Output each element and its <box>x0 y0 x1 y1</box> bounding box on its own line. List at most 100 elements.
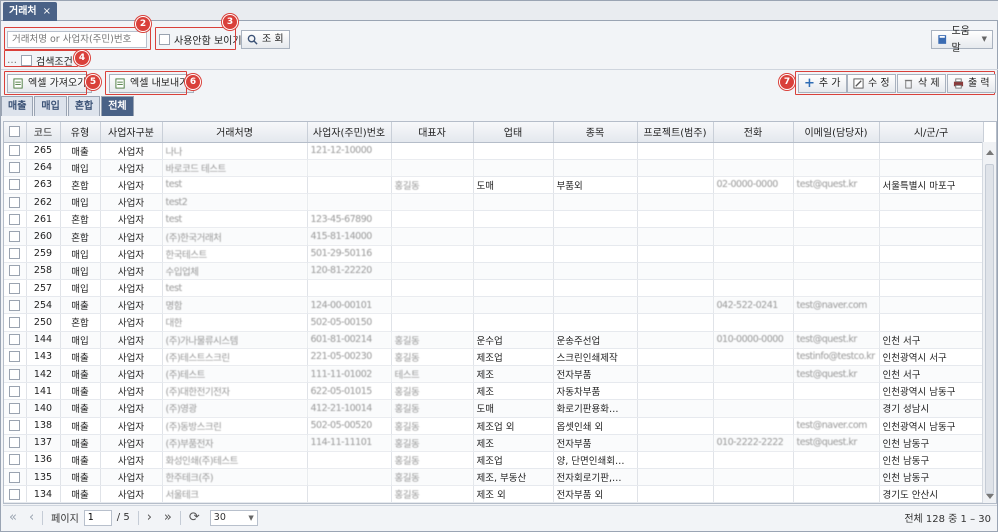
table-row[interactable]: 136 매출 사업자 화성인쇄(주)테스트 홍길동 제조업 양, 단면인쇄회… 인천 남동구 <box>4 451 984 470</box>
refresh-icon[interactable]: ⟳ <box>189 510 200 525</box>
first-page-icon[interactable]: « <box>9 510 17 525</box>
table-row[interactable]: 263 혼합 사업자 test 홍길동 도매 부품외 02-0000-0000 test@que… <box>4 176 984 195</box>
row-checkbox[interactable] <box>9 179 21 191</box>
row-select-cell[interactable] <box>4 245 27 263</box>
subtab-purchase[interactable]: 매입 <box>34 96 67 116</box>
row-checkbox[interactable] <box>9 196 21 208</box>
row-checkbox[interactable] <box>9 248 21 260</box>
row-select-cell[interactable] <box>4 210 27 229</box>
row-select-cell[interactable] <box>4 193 27 212</box>
table-row[interactable]: 257 매입 사업자 test <box>4 279 984 298</box>
row-checkbox[interactable] <box>9 385 21 397</box>
table-row[interactable]: 250 혼합 사업자 대한 502-05-00150 <box>4 313 984 332</box>
row-checkbox[interactable] <box>9 145 21 157</box>
scroll-down-icon[interactable] <box>986 494 994 499</box>
row-checkbox[interactable] <box>9 213 21 225</box>
table-row[interactable]: 265 매출 사업자 나나 121-12-10000 <box>4 142 984 160</box>
table-row[interactable]: 259 매입 사업자 한국테스트 501-29-50116 <box>4 245 984 263</box>
tab-clients[interactable]: 거래처 × <box>3 2 57 21</box>
row-checkbox[interactable] <box>9 402 21 414</box>
prev-page-icon[interactable]: ‹ <box>29 510 34 525</box>
header-select-all[interactable] <box>4 122 27 143</box>
row-checkbox[interactable] <box>9 351 21 363</box>
header-type[interactable]: 유형 <box>60 122 101 143</box>
table-row[interactable]: 143 매출 사업자 (주)테스트스크린 221-05-00230 홍길동 제조업 스크린인쇄… <box>4 348 984 366</box>
row-checkbox[interactable] <box>9 299 21 311</box>
table-row[interactable]: 134 매출 사업자 서울테크 홍길동 제조 외 전자부품 외 경기도 안산시 <box>4 485 984 503</box>
header-code[interactable]: 코드 <box>26 122 61 143</box>
last-page-icon[interactable]: » <box>164 510 172 525</box>
table-row[interactable]: 262 매입 사업자 test2 <box>4 193 984 212</box>
row-checkbox[interactable] <box>9 437 21 449</box>
row-checkbox[interactable] <box>9 488 21 500</box>
subtab-mixed[interactable]: 혼합 <box>67 96 101 116</box>
row-select-cell[interactable] <box>4 262 27 281</box>
row-select-cell[interactable] <box>4 365 27 384</box>
row-checkbox[interactable] <box>9 471 21 483</box>
header-biz-number[interactable]: 사업자(주민)번호 <box>307 122 392 143</box>
header-biz-kind[interactable]: 사업자구분 <box>100 122 163 143</box>
row-select-cell[interactable] <box>4 176 27 195</box>
table-row[interactable]: 258 매입 사업자 수입업체 120-81-22220 <box>4 262 984 281</box>
page-size-select[interactable]: 30 ▼ <box>209 509 258 526</box>
header-biz-type[interactable]: 업태 <box>473 122 554 143</box>
row-select-cell[interactable] <box>4 348 27 366</box>
table-row[interactable]: 135 매출 사업자 한주테크(주) 홍길동 제조, 부동산 전자회로기판,… 인천 남동구 <box>4 468 984 487</box>
row-select-cell[interactable] <box>4 434 27 452</box>
row-select-cell[interactable] <box>4 417 27 435</box>
row-select-cell[interactable] <box>4 313 27 332</box>
row-select-cell[interactable] <box>4 279 27 298</box>
table-row[interactable]: 254 매출 사업자 명함 124-00-00101 042-522-0241 test@n… <box>4 296 984 315</box>
header-phone[interactable]: 전화 <box>713 122 794 143</box>
table-row[interactable]: 261 혼합 사업자 test 123-45-67890 <box>4 210 984 229</box>
table-row[interactable]: 137 매출 사업자 (주)부품전자 114-11-11101 홍길동 제조 전자부품 010-… <box>4 434 984 452</box>
row-checkbox[interactable] <box>9 231 21 243</box>
edit-button[interactable]: 수 정 <box>847 74 896 93</box>
table-row[interactable]: 264 매입 사업자 바로코드 테스트 <box>4 159 984 177</box>
help-button[interactable]: 도움말 ▼ <box>931 26 993 54</box>
row-select-cell[interactable] <box>4 142 27 160</box>
row-select-cell[interactable] <box>4 451 27 470</box>
search-button[interactable]: 조 회 <box>241 30 290 49</box>
close-icon[interactable]: × <box>43 3 51 21</box>
subtab-sales[interactable]: 매출 <box>1 96 34 116</box>
table-row[interactable]: 142 매출 사업자 (주)테스트 111-11-01002 테스트 제조 전자부품 test@… <box>4 365 984 384</box>
header-email[interactable]: 이메일(담당자) <box>793 122 880 143</box>
row-select-cell[interactable] <box>4 382 27 401</box>
row-checkbox[interactable] <box>9 282 21 294</box>
table-row[interactable]: 141 매출 사업자 (주)대한전기전자 622-05-01015 홍길동 제조 자동차부품 인… <box>4 382 984 401</box>
next-page-icon[interactable]: › <box>147 510 152 525</box>
table-row[interactable]: 260 혼합 사업자 (주)한국거래처 415-81-14000 <box>4 227 984 246</box>
page-input[interactable] <box>83 509 112 526</box>
row-select-cell[interactable] <box>4 468 27 487</box>
header-city[interactable]: 시/군/구 <box>879 122 984 143</box>
vertical-scrollbar[interactable] <box>982 142 996 503</box>
row-select-cell[interactable] <box>4 399 27 418</box>
row-checkbox[interactable] <box>9 368 21 380</box>
subtab-all[interactable]: 전체 <box>101 96 134 116</box>
row-select-cell[interactable] <box>4 331 27 349</box>
print-button[interactable]: 출 력 <box>947 74 996 93</box>
table-row[interactable]: 144 매입 사업자 (주)가나물류시스템 601-81-00214 홍길동 운수업 운송주선… <box>4 331 984 349</box>
row-select-cell[interactable] <box>4 296 27 315</box>
header-ceo[interactable]: 대표자 <box>391 122 474 143</box>
scroll-thumb[interactable] <box>985 164 994 494</box>
row-checkbox[interactable] <box>9 420 21 432</box>
header-biz-item[interactable]: 종목 <box>553 122 638 143</box>
delete-button[interactable]: 삭 제 <box>897 74 946 93</box>
header-project[interactable]: 프로젝트(범주) <box>637 122 714 143</box>
scroll-up-icon[interactable] <box>986 150 994 155</box>
select-all-checkbox[interactable] <box>9 126 21 137</box>
row-checkbox[interactable] <box>9 162 21 174</box>
row-checkbox[interactable] <box>9 454 21 466</box>
row-select-cell[interactable] <box>4 227 27 246</box>
row-checkbox[interactable] <box>9 334 21 346</box>
row-checkbox[interactable] <box>9 265 21 277</box>
table-row[interactable]: 140 매출 사업자 (주)영광 412-21-10014 홍길동 도매 화로기판용화… 경기 … <box>4 399 984 418</box>
add-button[interactable]: + 추 가 <box>798 74 847 93</box>
table-row[interactable]: 138 매출 사업자 (주)동방스크린 502-05-00520 홍길동 제조업 외 옵셋인쇄… <box>4 417 984 435</box>
row-select-cell[interactable] <box>4 485 27 503</box>
header-client-name[interactable]: 거래처명 <box>162 122 308 143</box>
row-checkbox[interactable] <box>9 316 21 328</box>
row-select-cell[interactable] <box>4 159 27 177</box>
